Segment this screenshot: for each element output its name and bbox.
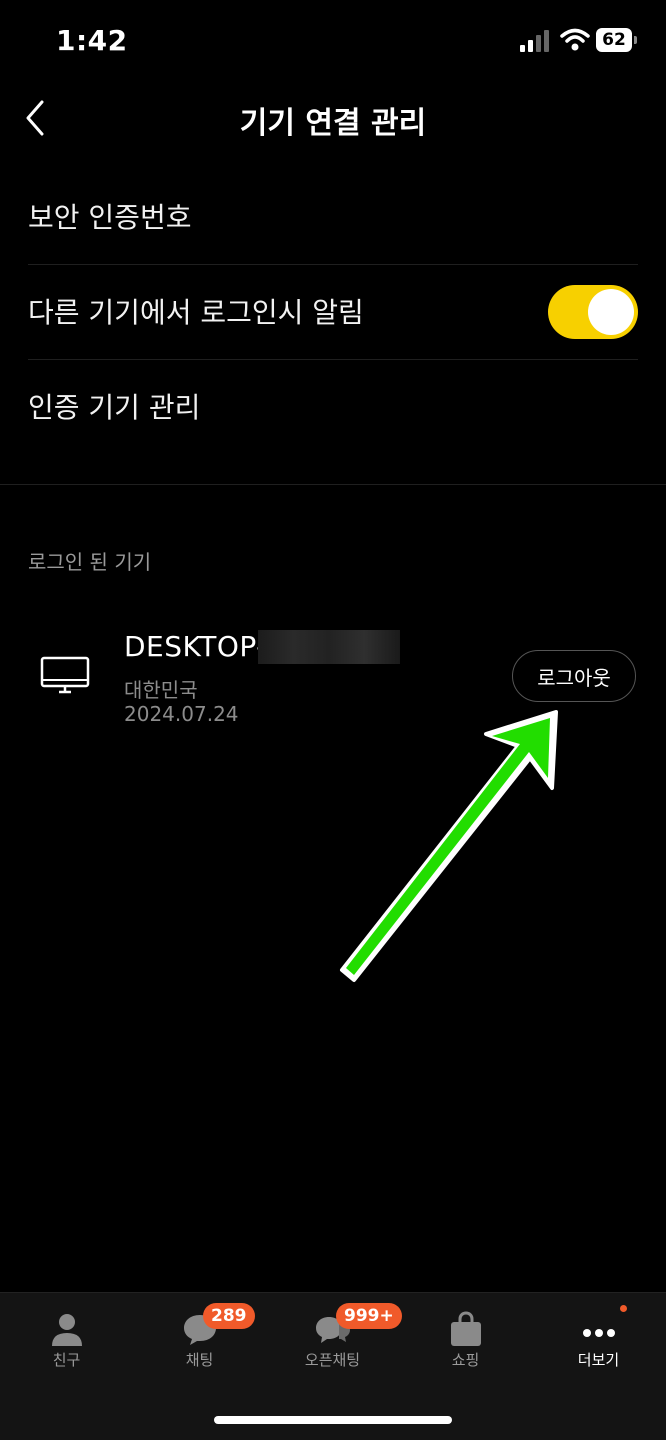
annotation-arrow-icon xyxy=(340,710,558,982)
logged-in-section-title: 로그인 된 기기 xyxy=(28,550,152,574)
header: 기기 연결 관리 xyxy=(0,80,666,156)
auth-device-row[interactable]: 인증 기기 관리 xyxy=(28,360,638,454)
device-date: 2024.07.24 xyxy=(124,702,239,726)
security-code-row[interactable]: 보안 인증번호 xyxy=(28,170,638,265)
more-dots-icon xyxy=(582,1329,615,1337)
tab-open-chat[interactable]: 999+ 오픈채팅 xyxy=(266,1293,402,1393)
tab-shopping[interactable]: 쇼핑 xyxy=(399,1293,532,1393)
status-time: 1:42 xyxy=(56,24,128,57)
shopping-bag-icon xyxy=(450,1311,481,1346)
tab-friends-label: 친구 xyxy=(52,1351,81,1369)
toggle-knob xyxy=(588,289,634,335)
login-alert-label: 다른 기기에서 로그인시 알림 xyxy=(28,296,364,329)
logout-button[interactable]: 로그아웃 xyxy=(512,650,636,702)
signal-icon xyxy=(520,30,549,52)
battery-indicator: 62 xyxy=(596,28,638,52)
battery-level: 62 xyxy=(596,28,632,52)
chat-unread-badge: 289 xyxy=(203,1303,255,1329)
battery-cap xyxy=(634,36,637,44)
tab-shopping-label: 쇼핑 xyxy=(451,1351,480,1369)
security-code-label: 보안 인증번호 xyxy=(28,201,192,234)
open-chat-unread-badge: 999+ xyxy=(336,1303,402,1329)
device-country: 대한민국 xyxy=(124,678,198,702)
redacted-device-name xyxy=(258,630,400,664)
tab-open-chat-label: 오픈채팅 xyxy=(304,1351,361,1369)
home-indicator[interactable] xyxy=(214,1416,452,1424)
login-alert-row: 다른 기기에서 로그인시 알림 xyxy=(28,265,638,360)
settings-list: 보안 인증번호 다른 기기에서 로그인시 알림 인증 기기 관리 xyxy=(0,170,666,454)
tab-chat[interactable]: 289 채팅 xyxy=(133,1293,266,1393)
login-alert-toggle[interactable] xyxy=(548,285,638,339)
auth-device-label: 인증 기기 관리 xyxy=(28,391,201,424)
section-divider xyxy=(0,484,666,485)
status-bar: 1:42 62 xyxy=(0,0,666,80)
person-icon xyxy=(51,1314,82,1346)
more-new-dot xyxy=(620,1305,627,1312)
wifi-icon xyxy=(560,28,590,51)
tab-more-label: 더보기 xyxy=(577,1351,620,1369)
page-title: 기기 연결 관리 xyxy=(239,106,427,141)
monitor-icon xyxy=(40,656,90,694)
screen: 1:42 62 기기 연결 관리 보안 인증번호 다른 기기에서 로그인시 알림 xyxy=(0,0,666,1440)
device-name: DESKTOP- xyxy=(124,630,267,663)
tab-friends[interactable]: 친구 xyxy=(0,1293,133,1393)
tab-more[interactable]: 더보기 xyxy=(532,1293,665,1393)
tab-chat-label: 채팅 xyxy=(185,1351,214,1369)
